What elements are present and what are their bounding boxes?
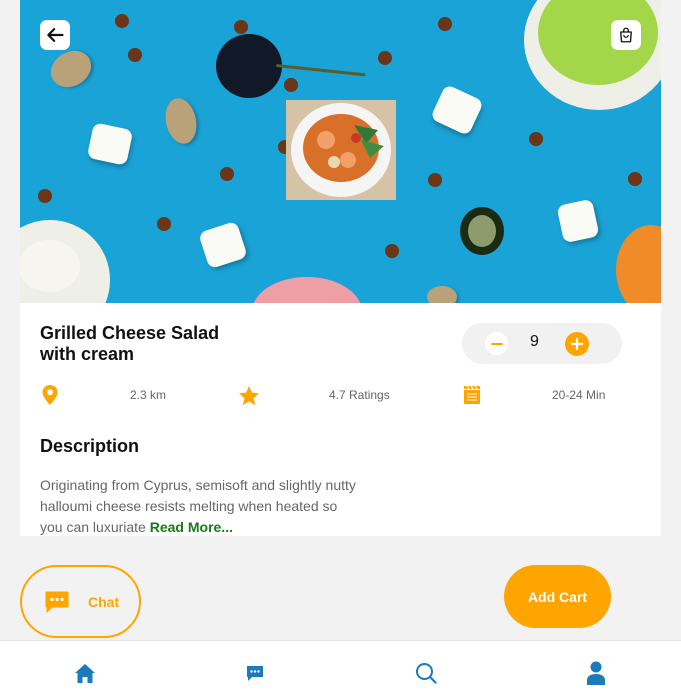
nav-home[interactable] [73, 661, 97, 685]
decor-hazelnut [428, 173, 442, 187]
product-title-line-1: Grilled Cheese Salad [40, 323, 220, 343]
message-icon [247, 666, 263, 681]
decor-cherry-stem [275, 64, 366, 77]
decor-pistachio [161, 95, 201, 147]
decor-cherry [216, 34, 282, 98]
decor-hazelnut [115, 14, 129, 28]
home-icon [75, 663, 95, 683]
profile-icon [587, 661, 605, 685]
minus-icon [490, 342, 503, 345]
search-icon [416, 663, 437, 684]
decor-hazelnut [234, 20, 248, 34]
location-pin-icon [39, 384, 61, 406]
distance-text: 2.3 km [130, 388, 167, 402]
decor-marshmallow [429, 83, 485, 137]
decrease-button[interactable] [485, 332, 508, 355]
decor-hazelnut [529, 132, 543, 146]
decor-marshmallow [86, 122, 134, 166]
quantity-stepper: 9 [462, 323, 622, 364]
nav-search[interactable] [414, 661, 438, 685]
decor-hazelnut [220, 167, 234, 181]
decor-hazelnut [157, 217, 171, 231]
add-cart-button[interactable]: Add Cart [504, 565, 611, 628]
decor-hazelnut [284, 78, 298, 92]
food-thumbnail [286, 100, 396, 200]
decor-hazelnut [438, 17, 452, 31]
product-title: Grilled Cheese Salad with cream [40, 323, 280, 365]
decor-hazelnut [128, 48, 142, 62]
decor-kiwi [460, 207, 504, 255]
nav-messages[interactable] [243, 661, 267, 685]
chat-button[interactable]: Chat [20, 565, 141, 638]
increase-button[interactable] [565, 332, 589, 356]
decor-pistachio [44, 43, 98, 95]
time-text: 20-24 Min [552, 388, 606, 402]
back-button[interactable] [40, 20, 70, 50]
decor-marshmallow [198, 220, 248, 270]
product-title-line-2: with cream [40, 344, 135, 364]
decor-hazelnut [378, 51, 392, 65]
film-clapper-icon [461, 384, 483, 406]
decor-cake-cup [616, 225, 661, 303]
description-text: Originating from Cyprus, semisoft and sl… [40, 475, 360, 536]
product-card: Grilled Cheese Salad with cream 9 2.3 km… [20, 0, 661, 536]
bottom-navigation [0, 640, 681, 690]
read-more-link[interactable]: Read More... [150, 519, 233, 535]
star-icon [238, 384, 260, 406]
plus-icon [570, 337, 584, 351]
ratings-text: 4.7 Ratings [329, 388, 390, 402]
decor-cake-cup [524, 0, 661, 110]
decor-hazelnut [385, 244, 399, 258]
decor-cake-cup [20, 220, 110, 303]
nav-profile[interactable] [584, 661, 608, 685]
decor-pistachio [427, 286, 457, 303]
chat-label: Chat [88, 594, 120, 610]
chat-bubble-icon [45, 591, 69, 613]
decor-cake-cup [252, 277, 362, 303]
decor-hazelnut [628, 172, 642, 186]
decor-hazelnut [38, 189, 52, 203]
shopping-bag-button[interactable] [611, 20, 641, 50]
shopping-bag-icon [620, 27, 632, 43]
back-arrow-icon [47, 28, 64, 42]
description-heading: Description [40, 436, 140, 456]
quantity-value: 9 [530, 333, 539, 350]
decor-marshmallow [556, 198, 600, 244]
